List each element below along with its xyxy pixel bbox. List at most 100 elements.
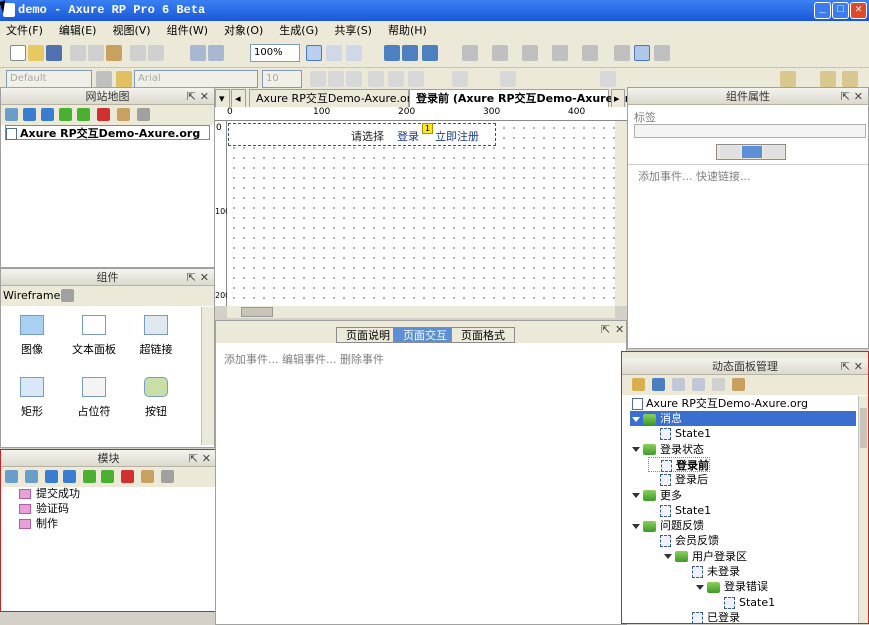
expand-icon[interactable] [632, 447, 640, 453]
cut-icon[interactable] [70, 45, 86, 61]
tab-dropdown[interactable]: ▾ [215, 89, 230, 107]
register-link[interactable]: 立即注册 [435, 128, 479, 144]
login-panel-widget[interactable]: 请选择 登录 1 立即注册 [228, 123, 496, 146]
edit-state-icon[interactable] [732, 378, 745, 391]
paint-brush-icon[interactable] [116, 71, 132, 87]
select-mode-icon[interactable] [306, 45, 322, 61]
tab-page-login[interactable]: 登录前 (Axure RP交互Demo-Axure.org) ✕ [409, 89, 656, 107]
expand-icon[interactable] [632, 523, 640, 529]
panel-state-item[interactable]: 登录后 [648, 472, 708, 487]
interactions-tab-icon[interactable] [742, 146, 762, 158]
format-painter-icon[interactable] [96, 71, 112, 87]
search-icon[interactable] [61, 289, 74, 302]
search-icon[interactable] [161, 470, 174, 483]
menu-widget[interactable]: 组件(W) [167, 24, 208, 37]
format-tab-icon[interactable] [764, 146, 784, 158]
module-item[interactable]: 制作 [19, 516, 58, 531]
csv-icon[interactable] [422, 45, 438, 61]
lock-icon[interactable] [820, 71, 836, 87]
line-width-icon[interactable] [522, 45, 538, 61]
add-page-icon[interactable] [5, 108, 18, 121]
delete-page-icon[interactable] [97, 108, 110, 121]
menu-view[interactable]: 视图(V) [112, 24, 150, 37]
font-size-select[interactable]: 10 [262, 70, 302, 88]
close-icon[interactable]: ✕ [200, 88, 209, 105]
move-up-icon[interactable] [672, 378, 685, 391]
paste-icon[interactable] [106, 45, 122, 61]
panel-state-item[interactable]: 已登录 [680, 610, 740, 623]
order-icon[interactable] [600, 71, 616, 87]
widget-hyperlink[interactable]: 超链接 [121, 315, 191, 357]
module-item[interactable]: 验证码 [19, 501, 69, 516]
font-select[interactable]: Arial [134, 70, 258, 88]
library-select[interactable]: Wireframe ▾ [3, 289, 69, 302]
line-style-icon[interactable] [552, 45, 568, 61]
align-right-icon[interactable] [654, 45, 670, 61]
module-item[interactable]: 提交成功 [19, 486, 80, 501]
dynamic-panel-item[interactable]: 登录状态 [632, 442, 704, 457]
widget-placeholder[interactable]: 占位符 [59, 377, 129, 419]
delete-icon[interactable] [121, 470, 134, 483]
notes-tab-icon[interactable] [720, 146, 740, 158]
dynamic-panel-item[interactable]: 用户登录区 [664, 549, 747, 564]
close-icon[interactable]: ✕ [615, 323, 624, 336]
fill-color-icon[interactable] [462, 45, 478, 61]
group-icon[interactable] [190, 45, 206, 61]
close-icon[interactable]: ✕ [854, 88, 863, 105]
save-icon[interactable] [46, 45, 62, 61]
scroll-thumb[interactable] [241, 307, 273, 317]
delete-icon[interactable] [712, 378, 725, 391]
move-up-icon[interactable] [23, 108, 36, 121]
widget-button[interactable]: 按钮 [121, 377, 191, 419]
canvas-vertical-scrollbar[interactable] [615, 121, 627, 306]
bring-front-icon[interactable] [780, 71, 796, 87]
text-color-icon[interactable] [452, 71, 468, 87]
maximize-button[interactable]: □ [832, 2, 849, 19]
underline-icon[interactable] [346, 71, 362, 87]
pin-icon[interactable]: ⇱ [841, 358, 850, 375]
close-icon[interactable]: ✕ [854, 358, 863, 375]
tab-page-format[interactable]: 页面格式 [451, 327, 515, 343]
word-spec-icon[interactable] [402, 45, 418, 61]
menu-share[interactable]: 共享(S) [334, 24, 372, 37]
widget-text-panel[interactable]: 文本面板 [59, 315, 129, 357]
pin-icon[interactable]: ⇱ [841, 88, 850, 105]
menu-file[interactable]: 文件(F) [6, 24, 43, 37]
sitemap-root[interactable]: Axure RP交互Demo-Axure.org [5, 125, 210, 140]
text-align-right-icon[interactable] [408, 71, 424, 87]
dpm-scrollbar[interactable] [858, 396, 868, 623]
dynamic-panel-item[interactable]: 消息 [630, 411, 856, 426]
tab-scroll-left[interactable]: ◂ [231, 89, 246, 107]
pin-icon[interactable]: ⇱ [187, 269, 196, 286]
rename-icon[interactable] [141, 470, 154, 483]
distribute-icon[interactable] [500, 71, 516, 87]
search-icon[interactable] [137, 108, 150, 121]
ungroup-icon[interactable] [208, 45, 224, 61]
dynamic-panel-item[interactable]: 更多 [632, 488, 682, 503]
minimize-button[interactable]: _ [814, 2, 831, 19]
add-state-icon[interactable] [652, 378, 665, 391]
expand-icon[interactable] [632, 493, 640, 498]
text-align-left-icon[interactable] [368, 71, 384, 87]
copy-icon[interactable] [88, 45, 104, 61]
widget-event-actions[interactable]: 添加事件... 快速链接... [638, 168, 750, 184]
label-field[interactable] [634, 124, 866, 138]
expand-icon[interactable] [664, 554, 672, 560]
align-left-icon[interactable] [614, 45, 630, 61]
menu-object[interactable]: 对象(O) [224, 24, 263, 37]
pin-icon[interactable]: ⇱ [187, 88, 196, 105]
close-button[interactable]: ✕ [850, 2, 867, 19]
menu-generate[interactable]: 生成(G) [279, 24, 318, 37]
dynamic-panel-item[interactable]: 登录错误 [696, 579, 768, 594]
line-color-icon[interactable] [492, 45, 508, 61]
add-module-icon[interactable] [5, 470, 18, 483]
outdent-icon[interactable] [77, 108, 90, 121]
design-canvas[interactable]: 请选择 登录 1 立即注册 [227, 121, 615, 306]
open-icon[interactable] [28, 45, 44, 61]
connector-icon[interactable] [346, 45, 362, 61]
dpm-root[interactable]: Axure RP交互Demo-Axure.org [632, 396, 808, 411]
widget-image[interactable]: 图像 [0, 315, 67, 357]
page-event-actions[interactable]: 添加事件... 编辑事件... 删除事件 [224, 351, 384, 367]
expand-icon[interactable] [696, 584, 704, 590]
pin-icon[interactable]: ⇱ [189, 450, 198, 467]
